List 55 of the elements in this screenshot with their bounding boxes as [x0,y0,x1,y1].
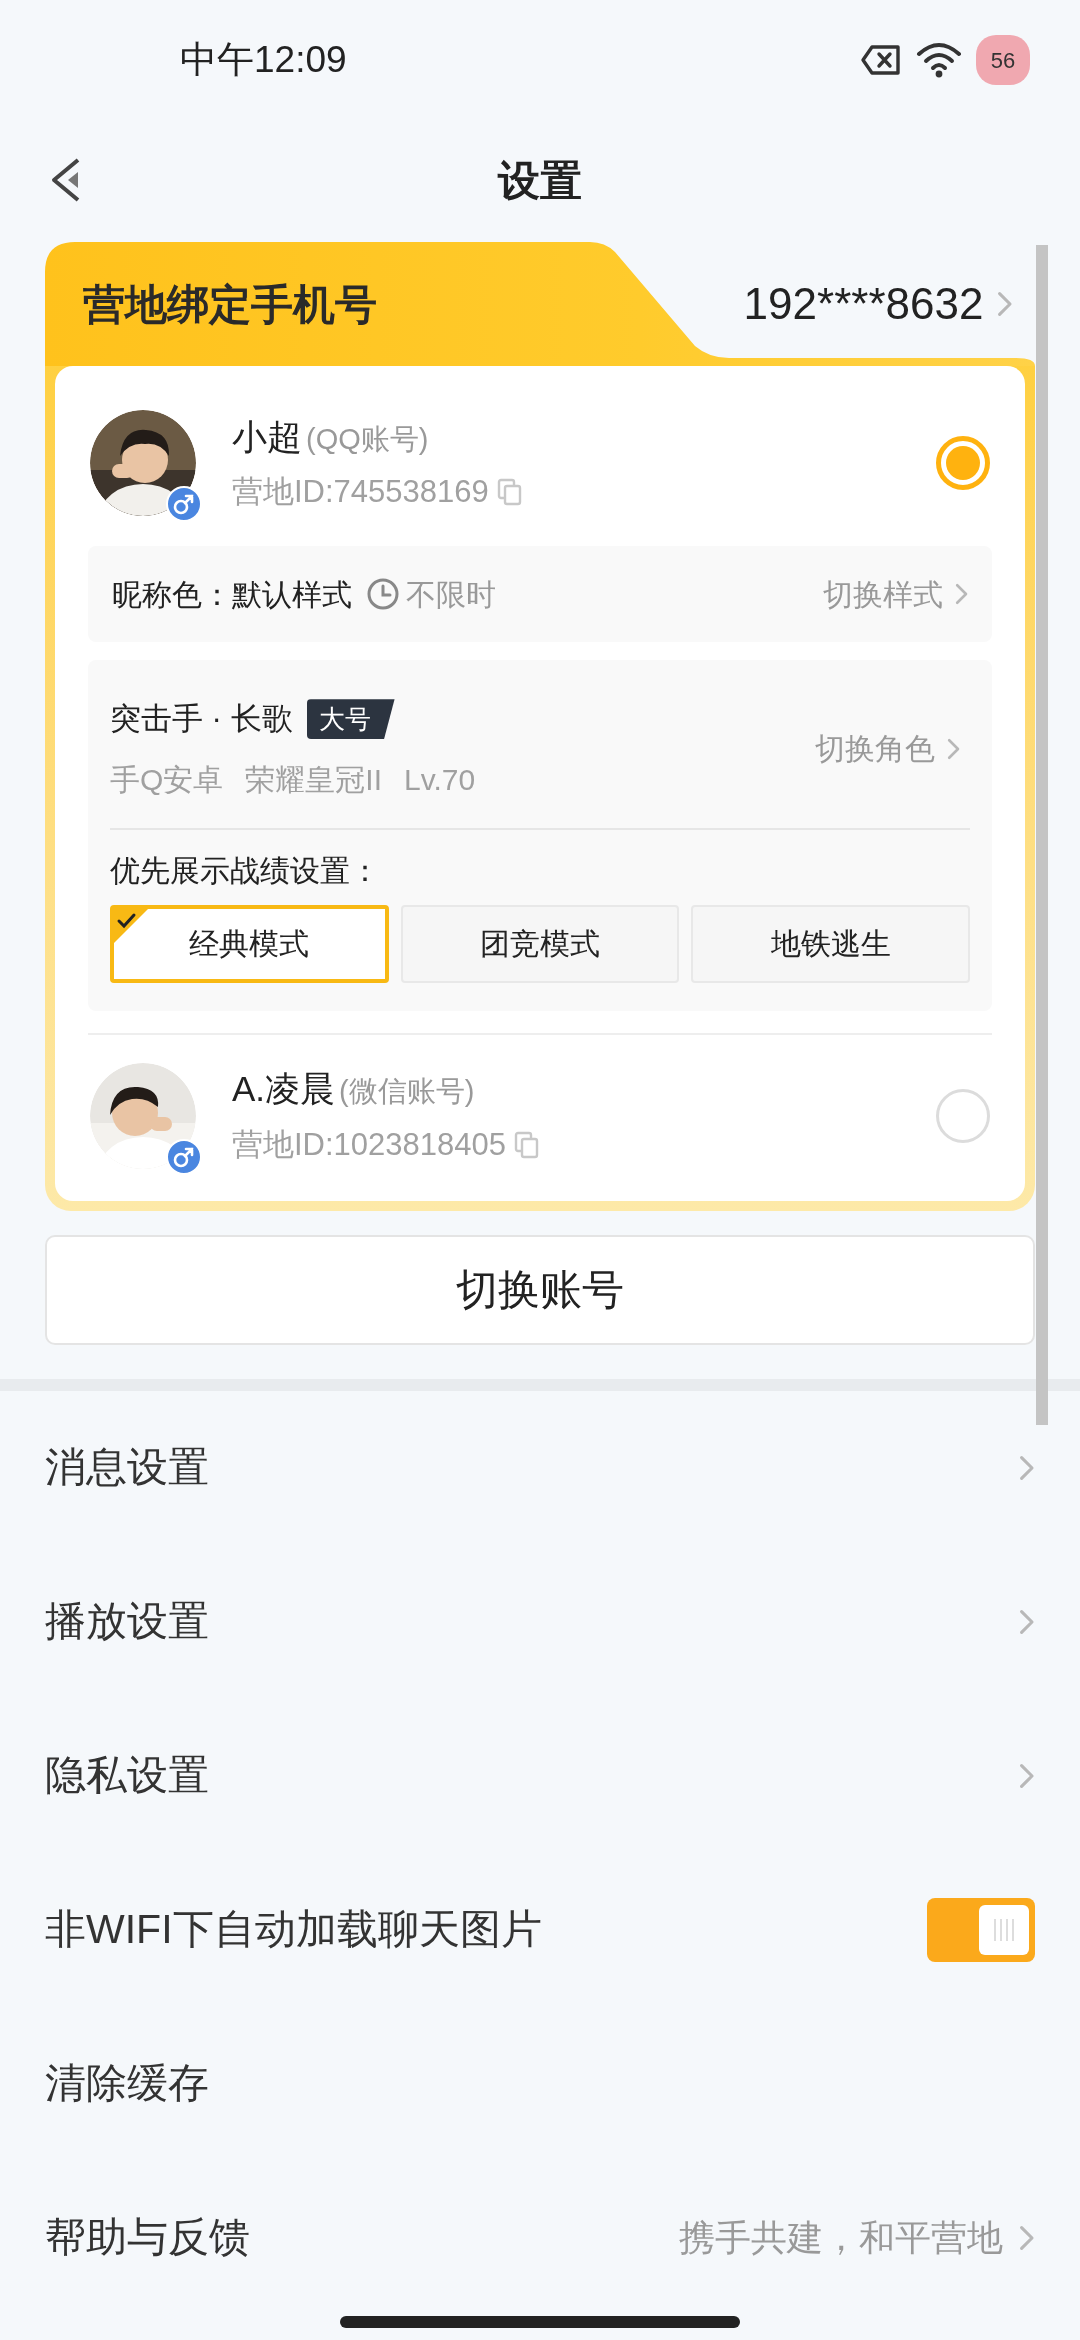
bound-phone[interactable]: 192****8632 [743,271,984,337]
account-id: 营地ID:1023818405 [232,1125,507,1164]
check-icon [114,908,148,943]
chevron-icon [997,291,1013,317]
settings-row[interactable]: 帮助与反馈 携手共建，和平营地 [0,2160,1080,2315]
chevron-icon [1019,2224,1035,2251]
account-name: 小超 [232,415,302,458]
settings-row[interactable]: 非WIFI下自动加载聊天图片 [0,1852,1080,2007]
settings-row[interactable]: 消息设置 [0,1390,1080,1545]
nickname-value: 默认样式 [232,576,352,613]
mode-option[interactable]: 经典模式 [110,904,389,983]
role-name: 突击手 · 长歌 [110,700,293,738]
no-sim-icon [860,44,902,76]
chevron-icon [1019,1762,1035,1789]
toggle-switch[interactable] [927,1897,1035,1962]
status-time: 中午12:09 [180,38,347,83]
account-type: (微信账号) [339,1074,475,1109]
priority-label: 优先展示战绩设置： [110,852,381,889]
settings-row[interactable]: 播放设置 [0,1544,1080,1699]
chevron-icon [1019,1454,1035,1481]
mode-option[interactable]: 团竞模式 [400,904,680,983]
wifi-icon [916,42,962,78]
nickname-duration: 不限时 [406,576,496,613]
role-detail: 荣耀皇冠II [245,761,382,798]
settings-label: 帮助与反馈 [45,2212,250,2262]
chevron-icon [1019,1608,1035,1635]
settings-label: 非WIFI下自动加载聊天图片 [45,1904,542,1954]
battery-badge: 56 [976,35,1030,85]
male-icon [166,486,202,522]
chevron-icon [954,583,968,605]
account-name: A.凌晨 [232,1068,336,1110]
settings-label: 播放设置 [45,1596,209,1646]
role-detail: 手Q安卓 [110,761,224,798]
settings-row[interactable]: 隐私设置 [0,1698,1080,1853]
copy-icon[interactable] [496,478,523,507]
nickname-label: 昵称色： [112,576,232,613]
male-icon [166,1138,202,1175]
copy-icon[interactable] [514,1130,541,1159]
binding-label: 营地绑定手机号 [83,279,377,330]
page-title: 设置 [498,155,582,206]
switch-account-button[interactable]: 切换账号 [45,1234,1035,1345]
role-tag: 大号 [306,699,395,740]
settings-row[interactable]: 清除缓存 [0,2006,1080,2161]
mode-option[interactable]: 地铁逃生 [691,904,970,983]
radio-button[interactable] [936,436,990,490]
account-id: 营地ID:745538169 [232,473,489,511]
clock-icon [366,577,400,611]
account-type: (QQ账号) [306,421,429,457]
settings-label: 隐私设置 [45,1750,209,1800]
radio-button[interactable] [936,1088,990,1143]
role-detail: Lv.70 [404,761,476,798]
settings-label: 清除缓存 [45,2058,209,2108]
settings-value: 携手共建，和平营地 [679,2215,1004,2260]
chevron-icon [946,737,960,760]
settings-label: 消息设置 [45,1442,209,1492]
